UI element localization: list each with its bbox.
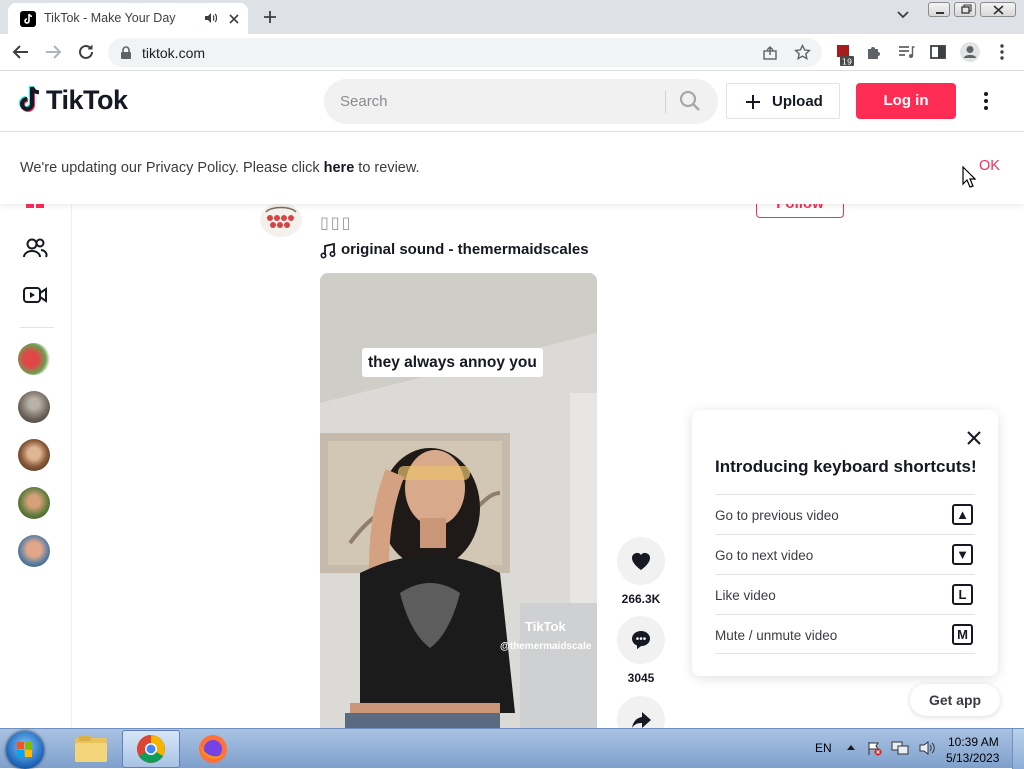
- url-text: tiktok.com: [142, 45, 206, 61]
- side-panel-icon[interactable]: [929, 43, 947, 61]
- action-center-flag-icon[interactable]: [866, 740, 882, 756]
- plus-icon: [745, 94, 761, 110]
- network-icon[interactable]: [891, 740, 909, 756]
- m-key-icon: M: [952, 624, 973, 645]
- minimize-button[interactable]: [928, 2, 950, 17]
- restore-button[interactable]: [954, 2, 976, 17]
- shortcut-row: Go to previous video ▲: [715, 494, 975, 534]
- volume-icon[interactable]: [918, 740, 936, 756]
- search-input[interactable]: [340, 79, 660, 124]
- comment-icon: [632, 631, 650, 650]
- left-sidebar: [0, 202, 72, 728]
- windows-start-icon[interactable]: [6, 731, 44, 769]
- l-key-icon: L: [952, 584, 973, 605]
- privacy-ok-button[interactable]: OK: [979, 158, 1000, 174]
- reload-icon[interactable]: [77, 43, 95, 61]
- firefox-icon[interactable]: [184, 730, 242, 768]
- account-avatar[interactable]: [18, 391, 50, 423]
- clock-time[interactable]: 10:39 AM: [948, 735, 999, 749]
- video-player[interactable]: they always annoy you TikTok @themermaid…: [320, 273, 597, 728]
- following-users-icon[interactable]: [22, 236, 48, 260]
- kebab-menu-icon[interactable]: [994, 43, 1010, 61]
- comment-button[interactable]: [617, 616, 665, 664]
- privacy-here-link[interactable]: here: [324, 160, 355, 176]
- shortcut-row: Go to next video ▼: [715, 534, 975, 574]
- more-options-icon[interactable]: [976, 91, 996, 111]
- puzzle-extensions-icon[interactable]: [865, 43, 883, 61]
- browser-tabstrip: TikTok - Make Your Day: [0, 0, 1024, 34]
- chevron-down-icon[interactable]: [896, 10, 910, 20]
- show-desktop-button[interactable]: [1012, 729, 1024, 769]
- account-avatar[interactable]: [18, 487, 50, 519]
- get-app-button[interactable]: Get app: [910, 684, 1000, 716]
- like-button[interactable]: [617, 537, 665, 585]
- shortcut-row: Like video L: [715, 574, 975, 614]
- music-note-icon: [320, 243, 336, 259]
- share-icon[interactable]: [762, 45, 778, 61]
- shortcut-label: Go to next video: [715, 548, 814, 563]
- address-bar[interactable]: tiktok.com: [108, 38, 822, 67]
- login-button[interactable]: Log in: [856, 83, 956, 119]
- account-avatar[interactable]: [18, 439, 50, 471]
- forward-arrow-icon[interactable]: [44, 43, 62, 61]
- privacy-text-end: to review.: [354, 160, 420, 176]
- lock-icon[interactable]: [120, 46, 132, 60]
- speaker-icon[interactable]: [204, 12, 218, 24]
- browser-toolbar: tiktok.com 19: [0, 34, 1024, 71]
- profile-avatar-icon[interactable]: [959, 41, 981, 63]
- close-window-button[interactable]: [980, 2, 1016, 17]
- live-video-icon[interactable]: [22, 284, 48, 306]
- comment-count: 3045: [627, 671, 655, 685]
- tiktok-favicon-icon: [20, 11, 36, 27]
- extension-badge-icon[interactable]: 19: [834, 43, 856, 67]
- mouse-cursor-icon: [962, 166, 976, 188]
- like-count: 266.3K: [621, 592, 661, 606]
- author-avatar[interactable]: [258, 200, 304, 240]
- video-frame-graphic: [320, 273, 597, 728]
- heart-icon: [632, 553, 650, 570]
- site-header: TikTok Upload Log in: [0, 71, 1024, 132]
- shortcut-label: Like video: [715, 588, 776, 603]
- close-icon[interactable]: [966, 430, 982, 446]
- shortcuts-title: Introducing keyboard shortcuts!: [715, 457, 977, 476]
- tray-expand-icon[interactable]: [846, 743, 856, 751]
- account-avatar[interactable]: [18, 535, 50, 567]
- browser-tab[interactable]: TikTok - Make Your Day: [8, 3, 248, 34]
- clock-date[interactable]: 5/13/2023: [946, 751, 999, 765]
- search-icon[interactable]: [678, 89, 702, 113]
- music-link[interactable]: original sound - themermaidscales: [341, 241, 589, 258]
- sidebar-divider: [20, 327, 54, 328]
- arrow-up-key-icon: ▲: [952, 504, 973, 525]
- upload-button[interactable]: Upload: [726, 83, 840, 119]
- logo-wordmark[interactable]: TikTok: [46, 85, 128, 116]
- tiktok-logo-icon[interactable]: [17, 84, 43, 114]
- chrome-taskbar-icon[interactable]: [122, 730, 180, 768]
- shortcut-row: Mute / unmute video M: [715, 614, 975, 654]
- tab-close-icon[interactable]: [226, 11, 242, 27]
- watermark-brand: TikTok: [525, 619, 566, 634]
- author-name[interactable]: ▯▯▯: [320, 213, 352, 233]
- file-explorer-icon[interactable]: [62, 730, 120, 768]
- shortcut-label: Mute / unmute video: [715, 628, 838, 643]
- watermark-user: @themermaidscale: [500, 641, 592, 652]
- media-playlist-icon[interactable]: [897, 43, 915, 61]
- shortcut-label: Go to previous video: [715, 508, 839, 523]
- back-arrow-icon[interactable]: [12, 43, 30, 61]
- new-tab-plus-icon[interactable]: [260, 7, 280, 27]
- search-box: [324, 79, 718, 124]
- keyboard-shortcuts-panel: Introducing keyboard shortcuts! Go to pr…: [692, 410, 998, 676]
- search-divider: [665, 91, 666, 113]
- bookmark-star-icon[interactable]: [794, 44, 811, 61]
- extension-badge-count: 19: [842, 58, 852, 67]
- privacy-policy-banner: We're updating our Privacy Policy. Pleas…: [0, 132, 1024, 204]
- upload-label: Upload: [772, 93, 823, 110]
- language-indicator[interactable]: EN: [815, 741, 832, 755]
- privacy-text-start: We're updating our Privacy Policy. Pleas…: [20, 160, 324, 176]
- tab-title: TikTok - Make Your Day: [44, 11, 176, 25]
- video-caption: they always annoy you: [362, 348, 543, 377]
- privacy-banner-text: We're updating our Privacy Policy. Pleas…: [20, 160, 420, 176]
- arrow-down-key-icon: ▼: [952, 544, 973, 565]
- windows-taskbar: EN 10:39 AM 5/13/2023: [0, 728, 1024, 769]
- account-avatar[interactable]: [18, 343, 50, 375]
